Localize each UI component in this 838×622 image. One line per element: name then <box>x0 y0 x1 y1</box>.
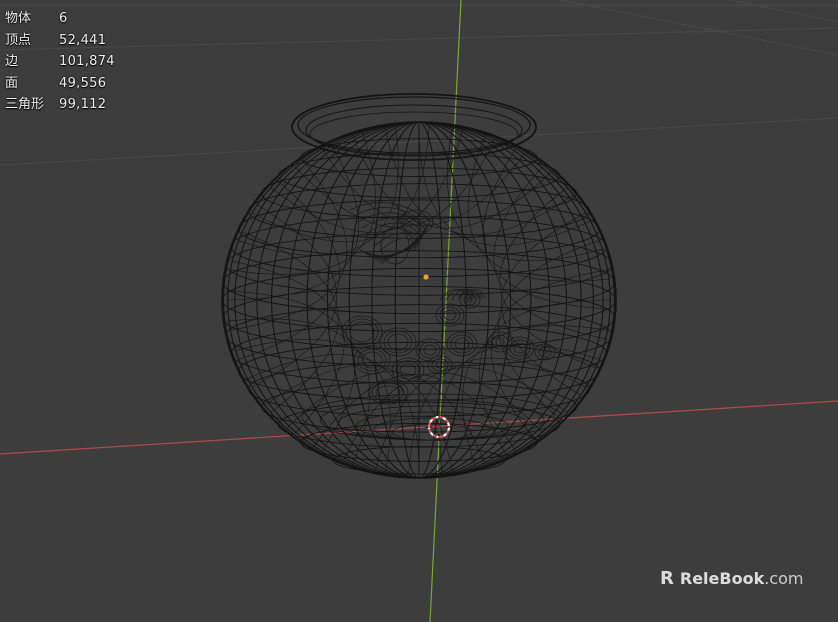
stat-row-vertices: 顶点 52,441 <box>5 30 115 52</box>
fishbowl-wireframe-mesh[interactable] <box>221 93 617 479</box>
wireframe-scene[interactable] <box>0 0 838 622</box>
stat-value: 52,441 <box>59 32 107 48</box>
watermark-domain: .com <box>764 569 804 588</box>
y-axis-line <box>429 0 462 622</box>
stat-label: 物体 <box>5 11 32 26</box>
stat-value: 49,556 <box>59 75 107 91</box>
relebook-watermark: R ReleBook.com <box>660 568 803 589</box>
stat-value: 101,874 <box>59 54 115 69</box>
stat-value: 99,112 <box>59 97 107 112</box>
stat-label: 面 <box>5 75 19 91</box>
stat-row-faces: 面 49,556 <box>5 73 115 95</box>
stat-value: 6 <box>59 11 68 26</box>
scene-statistics-overlay: 物体 6 顶点 52,441 边 101,874 面 49,556 三角形 99… <box>5 8 115 116</box>
object-origin-dot <box>423 274 429 280</box>
stat-row-edges: 边 101,874 <box>5 51 115 73</box>
stat-label: 顶点 <box>5 32 32 48</box>
stat-row-triangles: 三角形 99,112 <box>5 94 115 116</box>
3d-viewport[interactable] <box>0 0 838 622</box>
relebook-logo-icon: R <box>660 568 674 589</box>
stat-label: 边 <box>5 54 19 69</box>
watermark-name: ReleBook <box>679 569 765 588</box>
stat-row-objects: 物体 6 <box>5 8 115 30</box>
stat-label: 三角形 <box>5 97 45 112</box>
